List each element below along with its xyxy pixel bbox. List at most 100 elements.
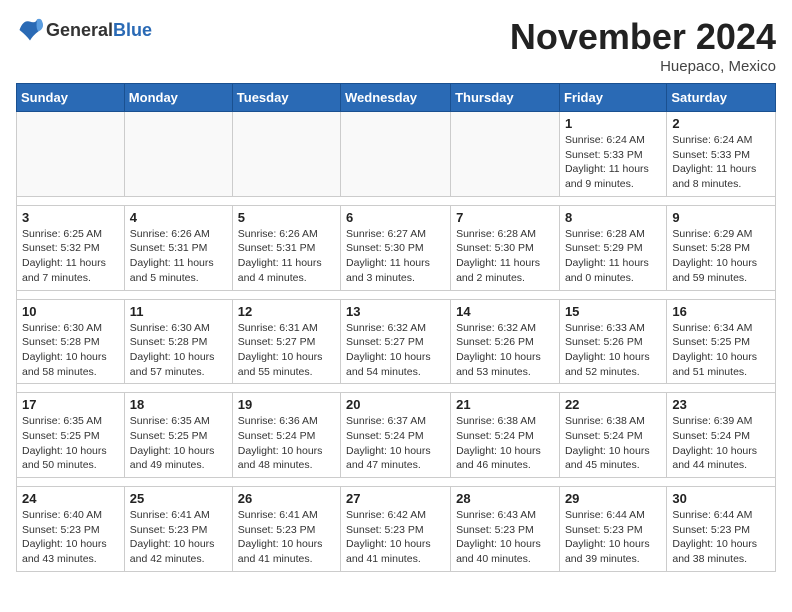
day-number: 29 — [565, 491, 661, 506]
day-info: Sunrise: 6:35 AM Sunset: 5:25 PM Dayligh… — [130, 414, 227, 473]
calendar-cell: 9 Sunrise: 6:29 AM Sunset: 5:28 PM Daylig… — [667, 205, 776, 290]
calendar-cell: 26Sunrise: 6:41 AM Sunset: 5:23 PM Dayli… — [232, 487, 340, 572]
calendar-cell: 17 Sunrise: 6:35 AM Sunset: 5:25 PM Dayli… — [17, 393, 125, 478]
day-number: 10 — [22, 304, 119, 319]
day-number: 11 — [130, 304, 227, 319]
title-area: November 2024 Huepaco, Mexico — [510, 16, 776, 75]
logo: GeneralBlue — [16, 16, 152, 44]
day-number: 5 — [238, 210, 335, 225]
weekday-header-row: SundayMondayTuesdayWednesdayThursdayFrid… — [17, 84, 776, 112]
calendar-cell: 19 Sunrise: 6:36 AM Sunset: 5:24 PM Dayli… — [232, 393, 340, 478]
day-info: Sunrise: 6:31 AM Sunset: 5:27 PM Dayligh… — [238, 321, 335, 380]
calendar-cell: 15 Sunrise: 6:33 AM Sunset: 5:26 PM Dayli… — [559, 299, 666, 384]
calendar-cell: 6Sunrise: 6:27 AM Sunset: 5:30 PM Daylig… — [341, 205, 451, 290]
week-separator — [17, 478, 776, 487]
day-info: Sunrise: 6:37 AM Sunset: 5:24 PM Dayligh… — [346, 414, 445, 473]
calendar-cell: 1 Sunrise: 6:24 AM Sunset: 5:33 PM Daylig… — [559, 112, 666, 197]
day-info: Sunrise: 6:30 AM Sunset: 5:28 PM Dayligh… — [130, 321, 227, 380]
calendar-cell: 22 Sunrise: 6:38 AM Sunset: 5:24 PM Dayli… — [559, 393, 666, 478]
calendar-cell — [341, 112, 451, 197]
day-number: 23 — [672, 397, 770, 412]
day-number: 24 — [22, 491, 119, 506]
day-number: 21 — [456, 397, 554, 412]
calendar-cell: 23 Sunrise: 6:39 AM Sunset: 5:24 PM Dayli… — [667, 393, 776, 478]
day-info: Sunrise: 6:29 AM Sunset: 5:28 PM Dayligh… — [672, 227, 770, 286]
week-row-2: 3Sunrise: 6:25 AM Sunset: 5:32 PM Daylig… — [17, 205, 776, 290]
day-number: 20 — [346, 397, 445, 412]
week-row-1: 1 Sunrise: 6:24 AM Sunset: 5:33 PM Daylig… — [17, 112, 776, 197]
week-separator — [17, 196, 776, 205]
separator-cell — [17, 196, 776, 205]
calendar-cell: 28Sunrise: 6:43 AM Sunset: 5:23 PM Dayli… — [451, 487, 560, 572]
day-info: Sunrise: 6:35 AM Sunset: 5:25 PM Dayligh… — [22, 414, 119, 473]
calendar-cell: 8 Sunrise: 6:28 AM Sunset: 5:29 PM Daylig… — [559, 205, 666, 290]
separator-cell — [17, 478, 776, 487]
week-row-3: 10 Sunrise: 6:30 AM Sunset: 5:28 PM Dayli… — [17, 299, 776, 384]
calendar-cell — [232, 112, 340, 197]
day-number: 12 — [238, 304, 335, 319]
calendar-cell — [17, 112, 125, 197]
calendar-cell: 16Sunrise: 6:34 AM Sunset: 5:25 PM Dayli… — [667, 299, 776, 384]
week-row-4: 17 Sunrise: 6:35 AM Sunset: 5:25 PM Dayli… — [17, 393, 776, 478]
day-info: Sunrise: 6:34 AM Sunset: 5:25 PM Dayligh… — [672, 321, 770, 380]
calendar-cell: 29 Sunrise: 6:44 AM Sunset: 5:23 PM Dayli… — [559, 487, 666, 572]
day-info: Sunrise: 6:28 AM Sunset: 5:29 PM Dayligh… — [565, 227, 661, 286]
week-separator — [17, 290, 776, 299]
calendar-cell: 10 Sunrise: 6:30 AM Sunset: 5:28 PM Dayli… — [17, 299, 125, 384]
day-number: 8 — [565, 210, 661, 225]
calendar-cell: 13 Sunrise: 6:32 AM Sunset: 5:27 PM Dayli… — [341, 299, 451, 384]
calendar-cell: 21 Sunrise: 6:38 AM Sunset: 5:24 PM Dayli… — [451, 393, 560, 478]
day-number: 28 — [456, 491, 554, 506]
day-number: 19 — [238, 397, 335, 412]
day-number: 1 — [565, 116, 661, 131]
logo-icon — [16, 16, 44, 44]
day-info: Sunrise: 6:41 AM Sunset: 5:23 PM Dayligh… — [238, 508, 335, 567]
day-number: 9 — [672, 210, 770, 225]
day-number: 14 — [456, 304, 554, 319]
month-title: November 2024 — [510, 16, 776, 58]
day-info: Sunrise: 6:38 AM Sunset: 5:24 PM Dayligh… — [565, 414, 661, 473]
weekday-header-tuesday: Tuesday — [232, 84, 340, 112]
day-number: 17 — [22, 397, 119, 412]
week-row-5: 24Sunrise: 6:40 AM Sunset: 5:23 PM Dayli… — [17, 487, 776, 572]
day-number: 15 — [565, 304, 661, 319]
calendar-cell: 30Sunrise: 6:44 AM Sunset: 5:23 PM Dayli… — [667, 487, 776, 572]
calendar-cell: 12 Sunrise: 6:31 AM Sunset: 5:27 PM Dayli… — [232, 299, 340, 384]
weekday-header-friday: Friday — [559, 84, 666, 112]
day-info: Sunrise: 6:39 AM Sunset: 5:24 PM Dayligh… — [672, 414, 770, 473]
weekday-header-wednesday: Wednesday — [341, 84, 451, 112]
weekday-header-saturday: Saturday — [667, 84, 776, 112]
day-number: 7 — [456, 210, 554, 225]
day-info: Sunrise: 6:36 AM Sunset: 5:24 PM Dayligh… — [238, 414, 335, 473]
day-info: Sunrise: 6:26 AM Sunset: 5:31 PM Dayligh… — [130, 227, 227, 286]
day-info: Sunrise: 6:25 AM Sunset: 5:32 PM Dayligh… — [22, 227, 119, 286]
day-number: 2 — [672, 116, 770, 131]
calendar-cell: 5Sunrise: 6:26 AM Sunset: 5:31 PM Daylig… — [232, 205, 340, 290]
day-info: Sunrise: 6:32 AM Sunset: 5:27 PM Dayligh… — [346, 321, 445, 380]
day-info: Sunrise: 6:41 AM Sunset: 5:23 PM Dayligh… — [130, 508, 227, 567]
calendar-cell — [451, 112, 560, 197]
calendar-cell: 4Sunrise: 6:26 AM Sunset: 5:31 PM Daylig… — [124, 205, 232, 290]
location-subtitle: Huepaco, Mexico — [510, 58, 776, 75]
day-info: Sunrise: 6:44 AM Sunset: 5:23 PM Dayligh… — [565, 508, 661, 567]
day-number: 22 — [565, 397, 661, 412]
separator-cell — [17, 384, 776, 393]
day-info: Sunrise: 6:38 AM Sunset: 5:24 PM Dayligh… — [456, 414, 554, 473]
day-info: Sunrise: 6:28 AM Sunset: 5:30 PM Dayligh… — [456, 227, 554, 286]
separator-cell — [17, 290, 776, 299]
calendar-cell: 3Sunrise: 6:25 AM Sunset: 5:32 PM Daylig… — [17, 205, 125, 290]
day-info: Sunrise: 6:24 AM Sunset: 5:33 PM Dayligh… — [565, 133, 661, 192]
weekday-header-sunday: Sunday — [17, 84, 125, 112]
day-info: Sunrise: 6:30 AM Sunset: 5:28 PM Dayligh… — [22, 321, 119, 380]
page-header: GeneralBlue November 2024 Huepaco, Mexic… — [16, 16, 776, 75]
logo-blue-text: Blue — [113, 20, 152, 40]
day-info: Sunrise: 6:33 AM Sunset: 5:26 PM Dayligh… — [565, 321, 661, 380]
day-number: 30 — [672, 491, 770, 506]
logo-general-text: General — [46, 20, 113, 40]
day-number: 25 — [130, 491, 227, 506]
day-number: 13 — [346, 304, 445, 319]
calendar-cell — [124, 112, 232, 197]
day-info: Sunrise: 6:32 AM Sunset: 5:26 PM Dayligh… — [456, 321, 554, 380]
weekday-header-monday: Monday — [124, 84, 232, 112]
day-number: 27 — [346, 491, 445, 506]
